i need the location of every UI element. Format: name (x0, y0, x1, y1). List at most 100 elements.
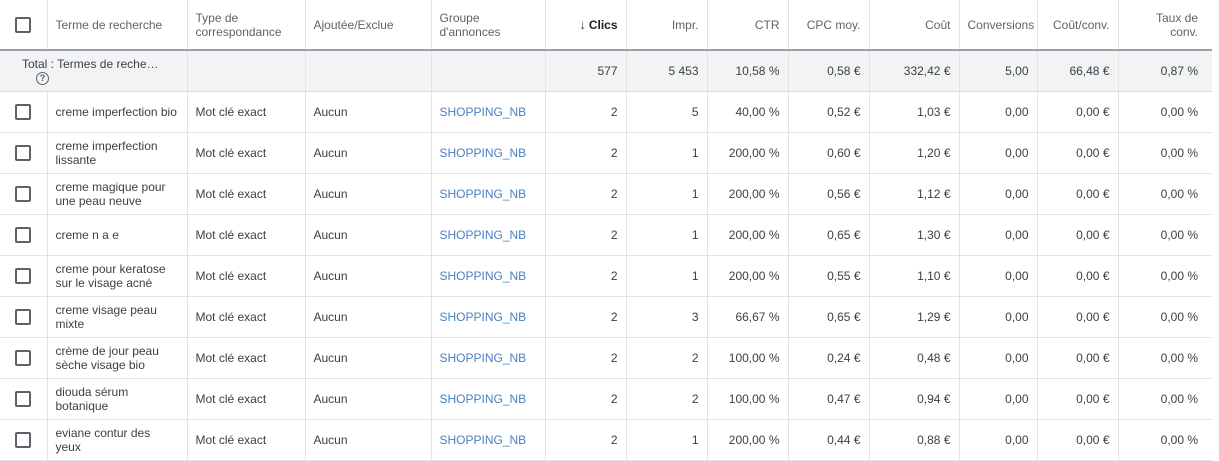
column-header-conv-rate[interactable]: Taux de conv. (1118, 0, 1212, 51)
ad-group-link[interactable]: SHOPPING_NB (431, 173, 546, 215)
clicks-cell: 2 (545, 214, 627, 256)
sort-descending-icon: ↓ (579, 16, 586, 32)
column-header-search-term[interactable]: Terme de recherche (47, 0, 188, 51)
select-all-cell (0, 0, 48, 51)
added-excluded-cell: Aucun (305, 337, 432, 379)
column-header-cost[interactable]: Coût (869, 0, 960, 51)
impressions-cell: 1 (626, 214, 708, 256)
row-checkbox[interactable] (15, 103, 32, 120)
ctr-cell: 40,00 % (707, 91, 789, 133)
column-header-clicks-label: Clics (588, 17, 618, 32)
conv-rate-cell: 0,00 % (1118, 214, 1212, 256)
match-type-cell: Mot clé exact (187, 419, 306, 461)
search-term-cell: creme n a e (47, 214, 188, 256)
ctr-cell: 200,00 % (707, 173, 789, 215)
match-type-cell: Mot clé exact (187, 91, 306, 133)
clicks-cell: 2 (545, 91, 627, 133)
row-checkbox[interactable] (15, 144, 32, 161)
added-excluded-cell: Aucun (305, 214, 432, 256)
total-cost: 332,42 € (869, 50, 960, 92)
row-checkbox[interactable] (15, 390, 32, 407)
row-checkbox[interactable] (15, 308, 32, 325)
row-checkbox[interactable] (15, 185, 32, 202)
row-checkbox[interactable] (15, 226, 32, 243)
row-select-cell (0, 132, 48, 174)
ad-group-link[interactable]: SHOPPING_NB (431, 378, 546, 420)
total-clicks: 577 (545, 50, 627, 92)
conversions-cell: 0,00 (959, 173, 1038, 215)
column-header-ad-group[interactable]: Groupe d'annonces (431, 0, 546, 51)
ad-group-link[interactable]: SHOPPING_NB (431, 214, 546, 256)
conversions-cell: 0,00 (959, 337, 1038, 379)
cost-cell: 1,30 € (869, 214, 960, 256)
conv-rate-cell: 0,00 % (1118, 296, 1212, 338)
help-icon[interactable]: ? (36, 72, 49, 86)
table-row: creme pour keratose sur le visage acné M… (0, 255, 1212, 297)
conversions-cell: 0,00 (959, 378, 1038, 420)
column-header-conversions[interactable]: Conversions (959, 0, 1038, 51)
row-select-cell (0, 173, 48, 215)
total-cell-empty (305, 50, 432, 92)
ad-group-link[interactable]: SHOPPING_NB (431, 132, 546, 174)
table-row: creme visage peau mixte Mot clé exact Au… (0, 296, 1212, 338)
avg-cpc-cell: 0,24 € (788, 337, 870, 379)
clicks-cell: 2 (545, 255, 627, 297)
search-term-cell: crème de jour peau sèche visage bio (47, 337, 188, 379)
column-header-ctr[interactable]: CTR (707, 0, 789, 51)
match-type-cell: Mot clé exact (187, 214, 306, 256)
clicks-cell: 2 (545, 378, 627, 420)
avg-cpc-cell: 0,65 € (788, 296, 870, 338)
cost-per-conv-cell: 0,00 € (1037, 296, 1119, 338)
row-checkbox[interactable] (15, 431, 32, 448)
row-checkbox[interactable] (15, 349, 32, 366)
header-row: Terme de recherche Type de correspondanc… (0, 0, 1212, 51)
conversions-cell: 0,00 (959, 132, 1038, 174)
added-excluded-cell: Aucun (305, 378, 432, 420)
cost-per-conv-cell: 0,00 € (1037, 214, 1119, 256)
row-select-cell (0, 255, 48, 297)
conversions-cell: 0,00 (959, 91, 1038, 133)
column-header-added-excluded[interactable]: Ajoutée/Exclue (305, 0, 432, 51)
total-cell-empty (187, 50, 306, 92)
match-type-cell: Mot clé exact (187, 132, 306, 174)
row-select-cell (0, 214, 48, 256)
total-label: Total : Termes de reche… (22, 57, 159, 71)
conversions-cell: 0,00 (959, 419, 1038, 461)
ad-group-link[interactable]: SHOPPING_NB (431, 419, 546, 461)
cost-cell: 1,10 € (869, 255, 960, 297)
conversions-cell: 0,00 (959, 214, 1038, 256)
select-all-checkbox[interactable] (15, 16, 32, 33)
cost-per-conv-cell: 0,00 € (1037, 337, 1119, 379)
total-row: Total : Termes de reche…? 577 5 453 10,5… (0, 50, 1212, 92)
avg-cpc-cell: 0,47 € (788, 378, 870, 420)
cost-per-conv-cell: 0,00 € (1037, 132, 1119, 174)
avg-cpc-cell: 0,44 € (788, 419, 870, 461)
row-select-cell (0, 419, 48, 461)
cost-per-conv-cell: 0,00 € (1037, 255, 1119, 297)
match-type-cell: Mot clé exact (187, 255, 306, 297)
column-header-clicks[interactable]: ↓ Clics (545, 0, 627, 51)
search-terms-table: Terme de recherche Type de correspondanc… (0, 0, 1212, 461)
ad-group-link[interactable]: SHOPPING_NB (431, 91, 546, 133)
row-checkbox[interactable] (15, 267, 32, 284)
impressions-cell: 1 (626, 255, 708, 297)
table-row: diouda sérum botanique Mot clé exact Auc… (0, 378, 1212, 420)
match-type-cell: Mot clé exact (187, 378, 306, 420)
column-header-match-type[interactable]: Type de correspondance (187, 0, 306, 51)
total-avg-cpc: 0,58 € (788, 50, 870, 92)
avg-cpc-cell: 0,60 € (788, 132, 870, 174)
match-type-cell: Mot clé exact (187, 337, 306, 379)
ad-group-link[interactable]: SHOPPING_NB (431, 337, 546, 379)
avg-cpc-cell: 0,56 € (788, 173, 870, 215)
column-header-cost-per-conv[interactable]: Coût/conv. (1037, 0, 1119, 51)
ctr-cell: 100,00 % (707, 337, 789, 379)
column-header-impressions[interactable]: Impr. (626, 0, 708, 51)
impressions-cell: 3 (626, 296, 708, 338)
ad-group-link[interactable]: SHOPPING_NB (431, 255, 546, 297)
conv-rate-cell: 0,00 % (1118, 337, 1212, 379)
row-select-cell (0, 337, 48, 379)
ad-group-link[interactable]: SHOPPING_NB (431, 296, 546, 338)
column-header-avg-cpc[interactable]: CPC moy. (788, 0, 870, 51)
search-term-cell: creme magique pour une peau neuve (47, 173, 188, 215)
row-select-cell (0, 296, 48, 338)
